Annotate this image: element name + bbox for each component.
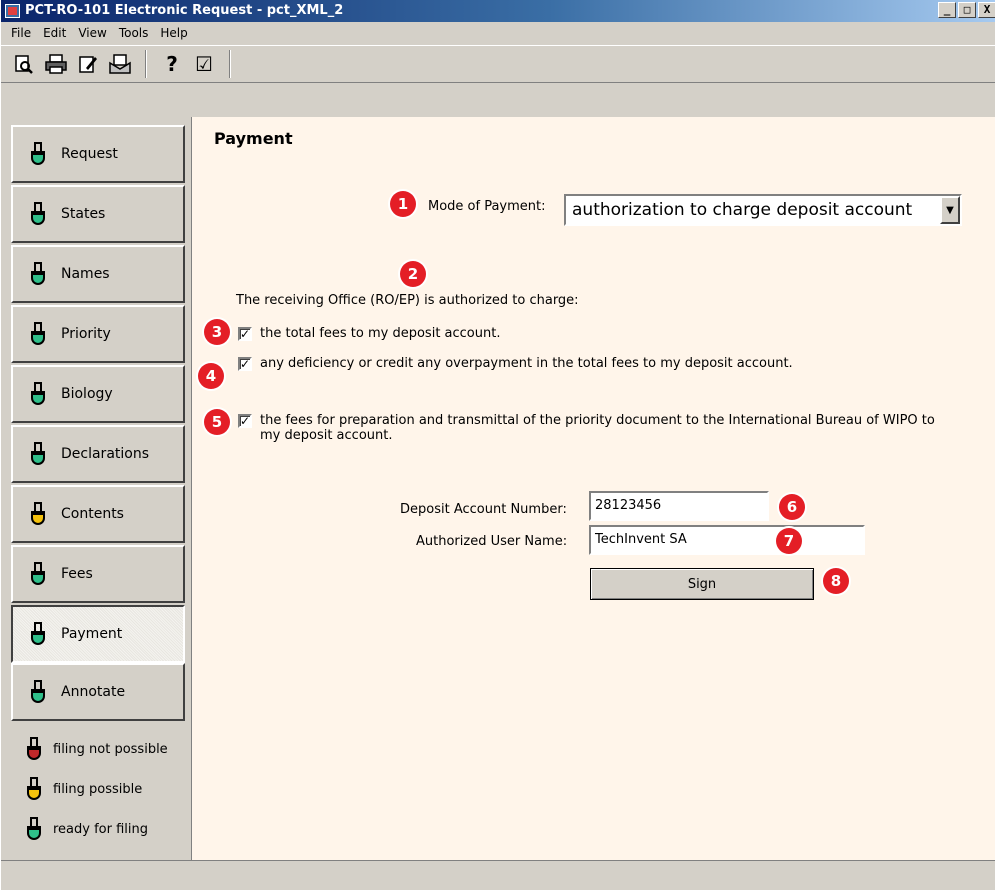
page-title: Payment	[214, 129, 293, 148]
menu-view[interactable]: View	[72, 23, 112, 43]
minimize-button[interactable]: _	[938, 2, 956, 18]
maximize-button[interactable]: □	[958, 2, 976, 18]
legend-label: filing not possible	[53, 741, 168, 757]
nav-fees-button[interactable]: Fees	[11, 545, 185, 603]
nav-label: Fees	[61, 566, 93, 582]
app-icon	[5, 4, 20, 18]
application-window: PCT-RO-101 Electronic Request - pct_XML_…	[0, 0, 995, 890]
legend-item: filing not possible	[27, 737, 197, 761]
status-bulb-icon	[31, 680, 45, 704]
status-bulb-icon	[31, 562, 45, 586]
check-label: the fees for preparation and transmittal…	[260, 413, 935, 443]
status-bulb-icon	[31, 142, 45, 166]
check-label: any deficiency or credit any overpayment…	[260, 356, 793, 371]
selected-value: authorization to charge deposit account	[572, 200, 913, 220]
callout-marker: 5	[204, 409, 230, 435]
authorized-text: The receiving Office (RO/EP) is authoriz…	[236, 293, 579, 308]
print-preview-icon[interactable]	[11, 51, 37, 77]
close-button[interactable]: X	[978, 2, 995, 18]
status-bulb-icon	[27, 737, 41, 761]
status-bulb-icon	[27, 777, 41, 801]
payment-panel: Payment 1 Mode of Payment: authorization…	[191, 117, 995, 860]
checkbox[interactable]: ✓	[238, 357, 252, 371]
nav-names-button[interactable]: Names	[11, 245, 185, 303]
nav-label: States	[61, 206, 106, 222]
nav-label: Declarations	[61, 446, 150, 462]
send-mail-icon[interactable]	[107, 51, 133, 77]
nav-request-button[interactable]: Request	[11, 125, 185, 183]
nav-biology-button[interactable]: Biology	[11, 365, 185, 423]
nav-label: Annotate	[61, 684, 126, 700]
menu-tools[interactable]: Tools	[113, 23, 155, 43]
checkbox[interactable]: ✓	[238, 327, 252, 341]
section-navigation: Request States Names Priority Biology De…	[1, 117, 191, 860]
title-bar[interactable]: PCT-RO-101 Electronic Request - pct_XML_…	[1, 0, 995, 22]
nav-label: Biology	[61, 386, 113, 402]
status-bulb-icon	[27, 817, 41, 841]
nav-states-button[interactable]: States	[11, 185, 185, 243]
callout-marker: 8	[823, 568, 849, 594]
callout-marker: 1	[390, 191, 416, 217]
toolbar-separator	[145, 50, 147, 78]
check-total-fees[interactable]: ✓ the total fees to my deposit account.	[238, 326, 938, 341]
status-bulb-icon	[31, 322, 45, 346]
status-bar	[1, 860, 995, 890]
authorized-user-input[interactable]: TechInvent SA	[589, 525, 865, 555]
menu-file[interactable]: File	[5, 23, 37, 43]
validate-check-icon[interactable]: ☑	[191, 51, 217, 77]
deposit-account-input[interactable]: 28123456	[589, 491, 769, 521]
legend-item: filing possible	[27, 777, 197, 801]
deposit-account-label: Deposit Account Number:	[400, 502, 567, 517]
status-bulb-icon	[31, 262, 45, 286]
window-controls: _ □ X	[938, 2, 995, 18]
edit-document-icon[interactable]	[75, 51, 101, 77]
toolbar: ? ☑	[1, 45, 995, 83]
nav-contents-button[interactable]: Contents	[11, 485, 185, 543]
callout-marker: 6	[779, 494, 805, 520]
check-label: the total fees to my deposit account.	[260, 326, 501, 341]
menu-bar: File Edit View Tools Help	[1, 22, 995, 44]
check-priority-document[interactable]: ✓ the fees for preparation and transmitt…	[238, 413, 950, 443]
nav-label: Names	[61, 266, 110, 282]
callout-marker: 2	[400, 261, 426, 287]
printer-icon[interactable]	[43, 51, 69, 77]
sign-button[interactable]: Sign	[590, 568, 814, 600]
legend-label: filing possible	[53, 781, 143, 797]
callout-marker: 3	[204, 319, 230, 345]
nav-label: Request	[61, 146, 118, 162]
status-bulb-icon	[31, 622, 45, 646]
toolbar-separator	[229, 50, 231, 78]
nav-label: Contents	[61, 506, 124, 522]
nav-declarations-button[interactable]: Declarations	[11, 425, 185, 483]
callout-marker: 4	[198, 363, 224, 389]
nav-label: Priority	[61, 326, 111, 342]
status-bulb-icon	[31, 442, 45, 466]
check-deficiency[interactable]: ✓ any deficiency or credit any overpayme…	[238, 356, 958, 371]
nav-annotate-button[interactable]: Annotate	[11, 663, 185, 721]
status-bulb-icon	[31, 382, 45, 406]
checkbox[interactable]: ✓	[238, 414, 252, 428]
legend-label: ready for filing	[53, 821, 149, 837]
mode-of-payment-label: Mode of Payment:	[428, 199, 546, 214]
menu-edit[interactable]: Edit	[37, 23, 72, 43]
status-bulb-icon	[31, 502, 45, 526]
nav-priority-button[interactable]: Priority	[11, 305, 185, 363]
callout-marker: 7	[776, 528, 802, 554]
menu-help[interactable]: Help	[154, 23, 193, 43]
status-bulb-icon	[31, 202, 45, 226]
nav-label: Payment	[61, 626, 123, 642]
legend-item: ready for filing	[27, 817, 197, 841]
chevron-down-icon[interactable]: ▼	[940, 196, 960, 224]
mode-of-payment-select[interactable]: authorization to charge deposit account …	[564, 194, 962, 226]
nav-payment-button[interactable]: Payment	[11, 605, 185, 663]
authorized-user-label: Authorized User Name:	[416, 534, 568, 549]
help-icon[interactable]: ?	[159, 51, 185, 77]
window-title: PCT-RO-101 Electronic Request - pct_XML_…	[25, 3, 344, 18]
